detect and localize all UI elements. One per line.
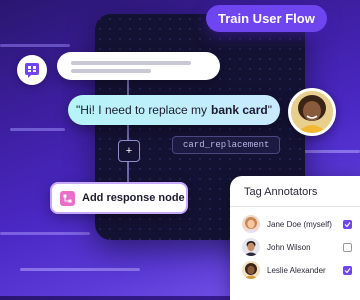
user-avatar bbox=[288, 88, 336, 136]
text-placeholder-line bbox=[71, 69, 151, 73]
text-placeholder-line bbox=[71, 61, 191, 65]
tag-annotators-panel: Tag Annotators Jane Doe (myself) John Wi… bbox=[230, 176, 360, 300]
user-message-highlight: bank card bbox=[211, 103, 268, 117]
annotator-name: John Wilson bbox=[267, 242, 311, 252]
annotator-row[interactable]: Leslie Alexander bbox=[242, 260, 352, 280]
add-response-node-button[interactable]: Add response node bbox=[50, 182, 188, 214]
annotator-checkbox[interactable] bbox=[343, 242, 352, 252]
background-streak bbox=[10, 128, 65, 131]
variable-tag[interactable]: card_replacement bbox=[172, 136, 281, 154]
user-message-prefix: "Hi! I need to replace my bbox=[76, 103, 208, 117]
background-streak bbox=[0, 232, 90, 235]
annotator-checkbox[interactable] bbox=[343, 265, 352, 275]
check-icon bbox=[344, 221, 351, 227]
bot-message-bubble[interactable] bbox=[57, 52, 220, 80]
check-icon bbox=[344, 267, 351, 273]
add-response-node-label: Add response node bbox=[82, 192, 185, 204]
flow-node-icon bbox=[60, 190, 75, 206]
chat-grid-icon[interactable] bbox=[17, 55, 47, 85]
background-streak bbox=[20, 268, 140, 271]
tag-panel-title: Tag Annotators bbox=[244, 186, 318, 198]
flow-title-badge: Train User Flow bbox=[206, 5, 327, 32]
avatar bbox=[242, 215, 260, 233]
user-message-suffix: " bbox=[267, 103, 272, 117]
background-streak bbox=[0, 44, 70, 47]
user-message-bubble[interactable]: "Hi! I need to replace my bank card " bbox=[68, 95, 280, 125]
background-streak bbox=[300, 150, 360, 153]
annotator-row[interactable]: Jane Doe (myself) bbox=[242, 214, 352, 234]
annotator-checkbox[interactable] bbox=[343, 219, 352, 229]
avatar bbox=[242, 261, 260, 279]
add-step-button[interactable]: + bbox=[118, 140, 140, 162]
annotator-name: Leslie Alexander bbox=[267, 265, 326, 275]
avatar bbox=[242, 238, 260, 256]
annotator-name: Jane Doe (myself) bbox=[267, 219, 332, 229]
annotator-row[interactable]: John Wilson bbox=[242, 237, 352, 257]
divider bbox=[230, 206, 360, 207]
